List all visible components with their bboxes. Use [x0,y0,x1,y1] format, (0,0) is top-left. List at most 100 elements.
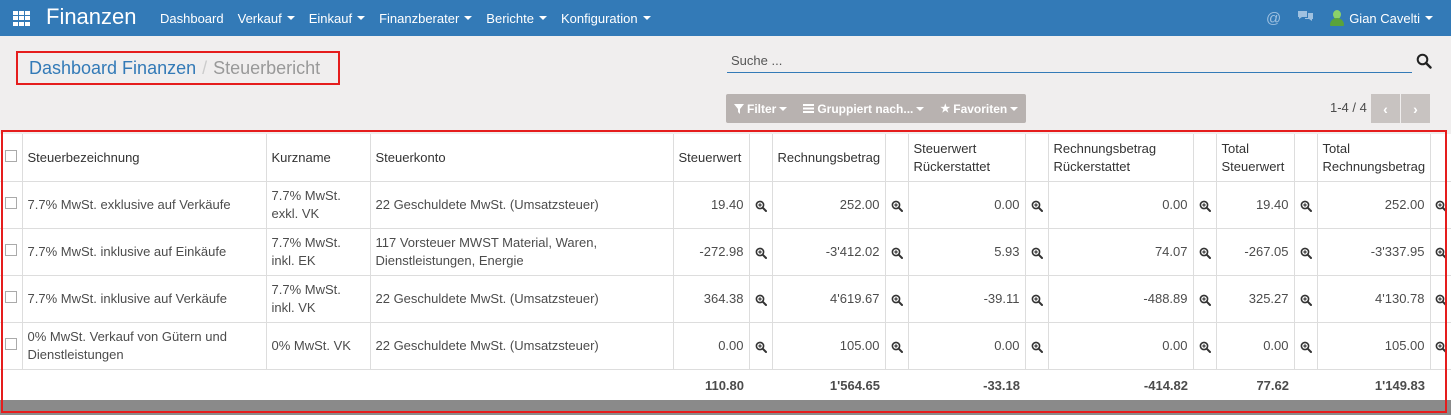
cell-invoice: -3'412.02 [772,228,886,276]
cell-tax: 19.40 [673,181,750,229]
zoom-button[interactable] [749,181,773,229]
column-header-total-tax[interactable]: Total Steuerwert [1216,134,1295,182]
zoom-button[interactable] [1193,228,1217,276]
select-all-checkbox[interactable] [4,149,17,162]
zoom-button[interactable] [1294,181,1318,229]
column-header-spacer [1294,134,1318,182]
zoom-in-icon [891,244,903,259]
zoom-button[interactable] [1294,322,1318,370]
zoom-button[interactable] [1430,228,1451,276]
row-checkbox[interactable] [4,291,17,303]
zoom-button[interactable] [749,322,773,370]
filter-button[interactable]: Filter [726,102,795,116]
favorites-button[interactable]: ★ Favoriten [932,102,1026,116]
chat-bubbles-icon[interactable] [1297,9,1314,27]
zoom-button[interactable] [1430,275,1451,323]
column-header-tax-refund[interactable]: Steuerwert Rückerstattet [908,134,1026,182]
zoom-button[interactable] [885,181,909,229]
caret-down-icon [779,106,788,111]
total-invoice-refund-cell: -414.82 [1048,369,1193,400]
column-header-invoice-refund[interactable]: Rechnungsbetrag Rückerstattet [1048,134,1194,182]
column-header-short[interactable]: Kurzname [266,134,371,182]
menu-konfiguration[interactable]: Konfiguration [561,11,651,26]
column-header-invoice[interactable]: Rechnungsbetrag [772,134,886,182]
row-checkbox[interactable] [4,338,17,350]
zoom-button[interactable] [885,275,909,323]
zoom-in-icon [755,338,767,353]
totals-cell [0,369,22,400]
column-header-account[interactable]: Steuerkonto [370,134,674,182]
table-row[interactable]: 0% MwSt. Verkauf von Gütern und Dienstle… [0,322,1451,370]
zoom-button[interactable] [1430,322,1451,370]
caret-down-icon [1425,16,1433,20]
at-sign-icon[interactable]: @ [1266,10,1281,27]
main-menu: Dashboard Verkauf Einkauf Finanzberater … [160,0,665,36]
column-header-name[interactable]: Steuerbezeichnung [22,134,267,182]
cell-total-invoice: 4'130.78 [1317,275,1431,323]
cell-tax-refund: 0.00 [908,181,1026,229]
menu-label: Finanzberater [379,10,460,26]
menu-verkauf[interactable]: Verkauf [238,11,295,26]
cell-name: 7.7% MwSt. exklusive auf Verkäufe [22,181,267,229]
zoom-button[interactable] [1294,275,1318,323]
column-header-spacer [749,134,773,182]
caret-down-icon [1010,106,1019,111]
pager-next-button[interactable]: › [1401,94,1430,123]
total-tax-refund-cell: -33.18 [908,369,1025,400]
zoom-in-icon [1435,244,1447,259]
user-menu[interactable]: Gian Cavelti [1330,10,1433,26]
cell-tax-refund: 0.00 [908,322,1026,370]
cell-total-tax: 19.40 [1216,181,1295,229]
search-icon[interactable] [1416,53,1432,69]
zoom-button[interactable] [1294,228,1318,276]
totals-cell [370,369,673,400]
pager-previous-button[interactable]: ‹ [1371,94,1400,123]
row-checkbox[interactable] [4,197,17,209]
filter-label: Filter [747,101,777,116]
cell-total-tax: -267.05 [1216,228,1295,276]
menu-dashboard[interactable]: Dashboard [160,11,224,26]
cell-invoice-refund: 0.00 [1048,181,1194,229]
table-row[interactable]: 7.7% MwSt. inklusive auf Verkäufe 7.7% Mw… [0,275,1451,323]
filter-icon [734,103,744,114]
column-header-tax[interactable]: Steuerwert [673,134,750,182]
zoom-in-icon [1435,197,1447,212]
zoom-button[interactable] [1025,322,1049,370]
cell-total-invoice: -3'337.95 [1317,228,1431,276]
zoom-button[interactable] [1430,181,1451,229]
column-header-total-invoice[interactable]: Total Rechnungsbetrag [1317,134,1431,182]
group-by-button[interactable]: Gruppiert nach... [795,102,932,116]
zoom-button[interactable] [1193,181,1217,229]
pager-value[interactable]: 1-4 / 4 [1330,100,1367,115]
menu-berichte[interactable]: Berichte [486,11,547,26]
zoom-button[interactable] [1193,322,1217,370]
column-header-spacer [1025,134,1049,182]
zoom-in-icon [1300,338,1312,353]
zoom-in-icon [1199,197,1211,212]
zoom-in-icon [1031,291,1043,306]
menu-finanzberater[interactable]: Finanzberater [379,10,473,26]
zoom-button[interactable] [885,322,909,370]
zoom-button[interactable] [1193,275,1217,323]
total-invoice-cell: 1'564.65 [772,369,885,400]
zoom-button[interactable] [1025,181,1049,229]
zoom-button[interactable] [749,275,773,323]
zoom-button[interactable] [885,228,909,276]
cell-invoice: 252.00 [772,181,886,229]
zoom-in-icon [1031,244,1043,259]
zoom-button[interactable] [1025,275,1049,323]
apps-menu-icon[interactable] [13,11,30,26]
zoom-button[interactable] [749,228,773,276]
total-total-tax-cell: 77.62 [1216,369,1294,400]
menu-label: Konfiguration [561,10,638,26]
zoom-in-icon [755,197,767,212]
zoom-button[interactable] [1025,228,1049,276]
menu-einkauf[interactable]: Einkauf [309,11,366,26]
row-checkbox[interactable] [4,244,17,256]
zoom-in-icon [1300,197,1312,212]
search-input[interactable] [727,53,1395,68]
cell-short: 7.7% MwSt. inkl. EK [266,228,371,276]
zoom-in-icon [1199,291,1211,306]
table-row[interactable]: 7.7% MwSt. exklusive auf Verkäufe 7.7% Mw… [0,181,1451,229]
table-row[interactable]: 7.7% MwSt. inklusive auf Einkäufe 7.7% Mw… [0,228,1451,276]
